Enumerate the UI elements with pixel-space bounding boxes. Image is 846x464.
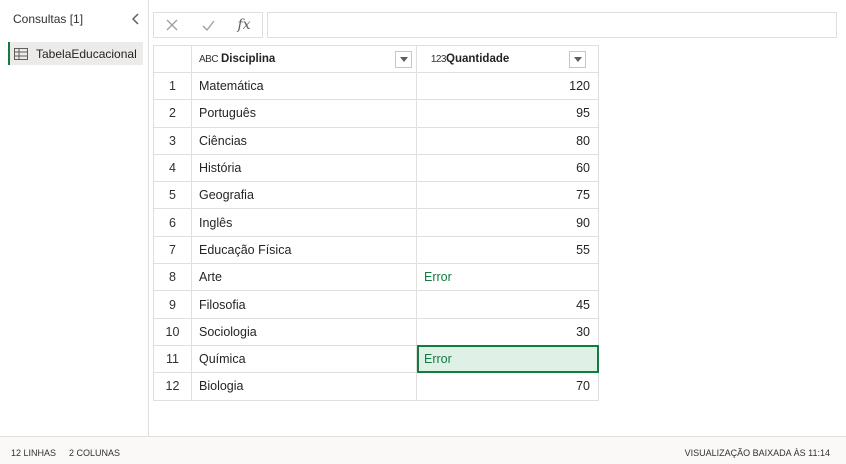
cell-quantidade[interactable]: 45 — [416, 290, 599, 319]
table-row[interactable]: 10 Sociologia 30 — [153, 317, 599, 346]
table-row[interactable]: 9 Filosofia 45 — [153, 290, 599, 319]
column-name: Quantidade — [446, 53, 510, 65]
query-item-label: TabelaEducacional — [36, 46, 137, 61]
cell-quantidade-error[interactable]: Error — [416, 344, 599, 374]
cell-disciplina[interactable]: Inglês — [191, 208, 417, 237]
checkmark-icon — [202, 20, 215, 31]
chevron-left-icon — [132, 13, 139, 25]
cell-quantidade[interactable]: 60 — [416, 153, 599, 183]
row-index[interactable]: 9 — [153, 290, 192, 319]
row-index[interactable]: 8 — [153, 263, 192, 292]
cell-disciplina[interactable]: Educação Física — [191, 235, 417, 265]
queries-pane: Consultas [1] TabelaEducacional — [0, 0, 149, 436]
row-index[interactable]: 7 — [153, 235, 192, 265]
column-count: 2 COLUNAS — [69, 448, 121, 458]
cell-quantidade[interactable]: 90 — [416, 208, 599, 237]
insert-function-button[interactable]: fx — [226, 13, 262, 37]
table-row[interactable]: 2 Português 95 — [153, 99, 599, 128]
cell-quantidade[interactable]: 120 — [416, 71, 599, 101]
cell-quantidade[interactable]: 95 — [416, 99, 599, 128]
cell-disciplina[interactable]: Arte — [191, 263, 417, 292]
status-bar: 12 LINHAS 2 COLUNAS VISUALIZAÇÃO BAIXADA… — [0, 436, 846, 464]
row-index[interactable]: 10 — [153, 317, 192, 346]
filter-dropdown-button[interactable] — [569, 51, 586, 68]
cell-disciplina[interactable]: Geografia — [191, 181, 417, 210]
cell-quantidade[interactable]: 80 — [416, 126, 599, 155]
formula-input[interactable] — [267, 12, 837, 38]
row-index[interactable]: 5 — [153, 181, 192, 210]
cell-quantidade[interactable]: 75 — [416, 181, 599, 210]
row-index[interactable]: 2 — [153, 99, 192, 128]
row-index[interactable]: 11 — [153, 344, 192, 374]
row-index-header[interactable] — [153, 45, 192, 73]
cell-disciplina[interactable]: Filosofia — [191, 290, 417, 319]
table-row[interactable]: 6 Inglês 90 — [153, 208, 599, 237]
collapse-pane-button[interactable] — [129, 10, 143, 28]
filter-dropdown-button[interactable] — [395, 51, 412, 68]
cell-quantidade[interactable]: 30 — [416, 317, 599, 346]
row-index[interactable]: 12 — [153, 372, 192, 401]
close-icon — [166, 19, 178, 31]
table-row[interactable]: 5 Geografia 75 — [153, 181, 599, 210]
table-row[interactable]: 11 Química Error — [153, 344, 599, 374]
cell-disciplina[interactable]: Química — [191, 344, 417, 374]
table-row[interactable]: 12 Biologia 70 — [153, 372, 599, 401]
chevron-down-icon — [573, 57, 582, 62]
fx-icon: fx — [237, 17, 251, 33]
queries-header: Consultas [1] — [13, 12, 84, 26]
cell-disciplina[interactable]: Português — [191, 99, 417, 128]
cell-disciplina[interactable]: Ciências — [191, 126, 417, 155]
query-item-tabelaeducacional[interactable]: TabelaEducacional — [8, 42, 143, 65]
data-grid: ABC Disciplina 123 Quantidade 1 Matemátic… — [153, 45, 599, 401]
cell-disciplina[interactable]: História — [191, 153, 417, 183]
chevron-down-icon — [399, 57, 408, 62]
cell-quantidade-error[interactable]: Error — [416, 263, 599, 292]
row-index[interactable]: 1 — [153, 71, 192, 101]
row-index[interactable]: 6 — [153, 208, 192, 237]
confirm-formula-button[interactable] — [190, 13, 226, 37]
table-row[interactable]: 7 Educação Física 55 — [153, 235, 599, 265]
table-row[interactable]: 4 História 60 — [153, 153, 599, 183]
table-row[interactable]: 3 Ciências 80 — [153, 126, 599, 155]
number-type-icon[interactable]: 123 — [424, 54, 447, 65]
preview-timestamp: VISUALIZAÇÃO BAIXADA ÀS 11:14 — [684, 448, 830, 458]
cell-quantidade[interactable]: 55 — [416, 235, 599, 265]
row-index[interactable]: 3 — [153, 126, 192, 155]
header-row: ABC Disciplina 123 Quantidade — [153, 45, 599, 73]
table-icon — [14, 46, 30, 62]
table-row[interactable]: 1 Matemática 120 — [153, 71, 599, 101]
text-type-icon[interactable]: ABC — [199, 54, 221, 65]
cell-disciplina[interactable]: Matemática — [191, 71, 417, 101]
column-header-quantidade[interactable]: 123 Quantidade — [416, 45, 599, 73]
cancel-formula-button[interactable] — [154, 13, 190, 37]
formula-bar-controls: fx — [153, 12, 263, 38]
cell-disciplina[interactable]: Sociologia — [191, 317, 417, 346]
row-index[interactable]: 4 — [153, 153, 192, 183]
cell-quantidade[interactable]: 70 — [416, 372, 599, 401]
column-header-disciplina[interactable]: ABC Disciplina — [191, 45, 417, 73]
table-row[interactable]: 8 Arte Error — [153, 263, 599, 292]
column-name: Disciplina — [221, 53, 276, 65]
row-count: 12 LINHAS — [11, 448, 57, 458]
cell-disciplina[interactable]: Biologia — [191, 372, 417, 401]
